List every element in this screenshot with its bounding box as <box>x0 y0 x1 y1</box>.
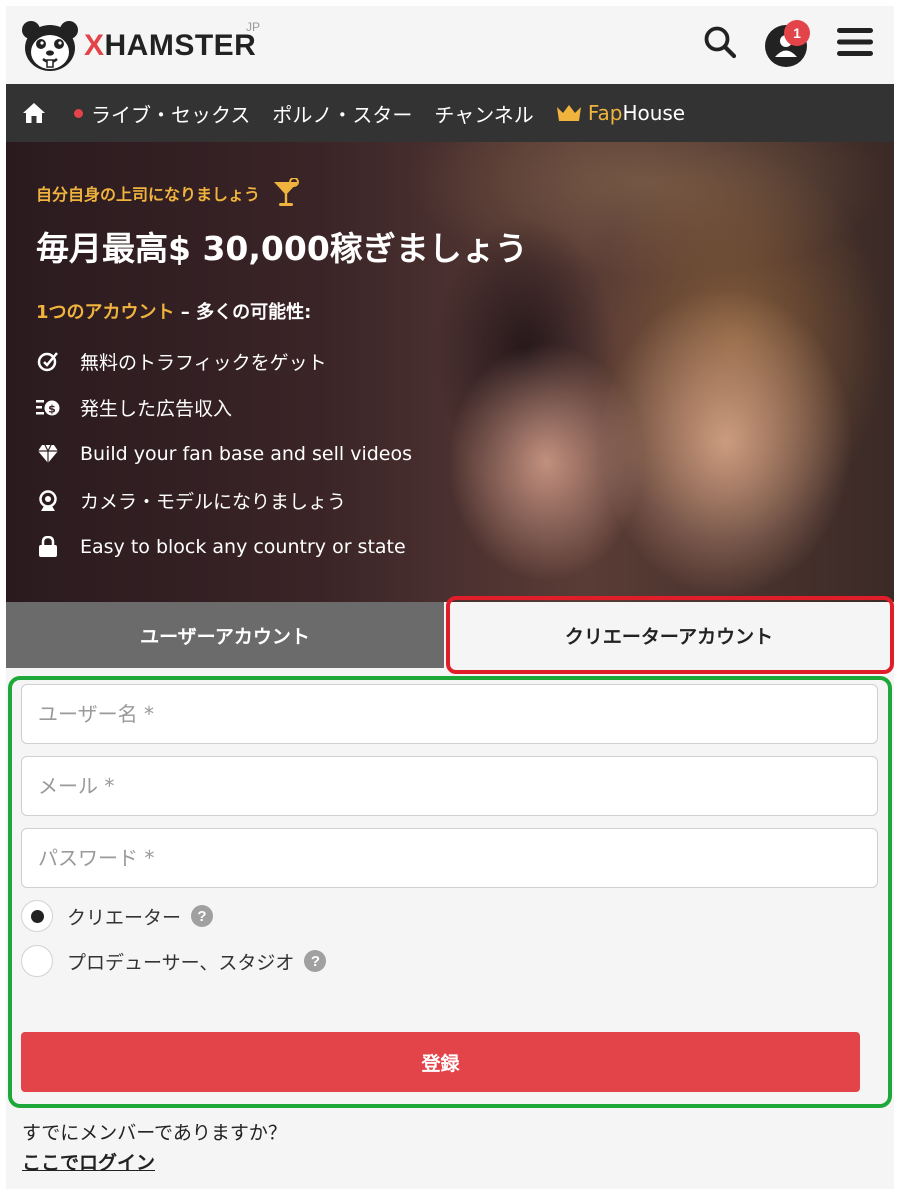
feature-list: 無料のトラフィックをゲット $ 発生した広告収入 Build your fan … <box>36 338 528 571</box>
nav-item-label: チャンネル <box>434 102 534 127</box>
diamond-icon <box>36 442 60 466</box>
lock-icon <box>36 535 60 559</box>
promo-title: 毎月最高$ 30,000稼ぎましょう <box>36 229 528 268</box>
promo-subtitle: 1つのアカウント – 多くの可能性: <box>36 298 528 324</box>
menu-icon <box>837 28 873 56</box>
feature-item: Build your fan base and sell videos <box>36 431 528 478</box>
password-field[interactable] <box>21 828 878 888</box>
account-type-tabs: ユーザーアカウント クリエーターアカウント <box>6 602 894 668</box>
main-nav: ライブ・セックス ポルノ・スター チャンネル Fap House <box>6 84 894 142</box>
radio-creator-label: クリエーター <box>67 906 182 929</box>
search-icon <box>704 26 737 59</box>
help-icon[interactable]: ? <box>304 950 327 972</box>
faphouse-suffix: House <box>622 101 686 125</box>
page: XHAMSTER JP 1 ライブ・セックス ポルノ・スター チャンネル Fap… <box>6 6 894 1189</box>
feature-item: Easy to block any country or state <box>36 524 528 571</box>
feature-label: 発生した広告収入 <box>80 398 233 421</box>
faphouse-prefix: Fap <box>587 101 623 125</box>
feature-label: カメラ・モデルになりましょう <box>80 491 347 514</box>
crown-icon <box>556 105 581 121</box>
nav-item-pornstars[interactable]: ポルノ・スター <box>272 99 412 128</box>
nav-home[interactable] <box>22 102 46 124</box>
tab-creator-account[interactable]: クリエーターアカウント <box>444 602 894 668</box>
nav-item-label: ライブ・セックス <box>91 102 251 127</box>
promo-subtitle-accent: 1つのアカウント <box>36 302 175 323</box>
promo-tagline: 自分自身の上司になりましょう <box>36 178 528 208</box>
home-icon <box>23 103 45 123</box>
logo[interactable]: XHAMSTER JP <box>20 16 260 76</box>
radio-producer-label: プロデューサー、スタジオ <box>67 951 295 974</box>
promo-tagline-text: 自分自身の上司になりましょう <box>36 185 261 204</box>
email-field[interactable] <box>21 756 878 816</box>
radio-selected-dot <box>30 909 44 923</box>
promo-subtitle-rest: – 多くの可能性: <box>174 302 312 323</box>
live-dot-icon <box>74 108 83 118</box>
traffic-icon <box>36 349 60 373</box>
feature-item: $ 発生した広告収入 <box>36 385 528 432</box>
cocktail-icon <box>274 178 300 206</box>
webcam-icon <box>36 489 60 513</box>
existing-member-text: すでにメンバーでありますか？ <box>22 1122 287 1144</box>
feature-label: Easy to block any country or state <box>80 536 406 559</box>
menu-button[interactable] <box>833 20 877 64</box>
feature-label: 無料のトラフィックをゲット <box>80 351 327 374</box>
username-field[interactable] <box>21 684 878 744</box>
radio-creator[interactable]: クリエーター ? <box>21 900 214 932</box>
nav-item-faphouse[interactable]: Fap House <box>556 101 685 125</box>
nav-item-channels[interactable]: チャンネル <box>434 99 533 128</box>
logo-text: XHAMSTER <box>84 29 257 62</box>
feature-item: 無料のトラフィックをゲット <box>36 338 528 385</box>
account-button[interactable]: 1 <box>764 20 810 68</box>
svg-text:$: $ <box>48 402 56 415</box>
radio-creator-button[interactable] <box>21 900 53 932</box>
ad-revenue-icon: $ <box>36 396 60 420</box>
promo-content: 自分自身の上司になりましょう 毎月最高$ 30,000稼ぎましょう 1つのアカウ… <box>36 178 528 571</box>
hamster-logo-icon <box>22 21 78 71</box>
feature-label: Build your fan base and sell videos <box>80 443 413 466</box>
feature-item: カメラ・モデルになりましょう <box>36 478 528 525</box>
login-link[interactable]: ここでログイン <box>22 1148 155 1175</box>
region-label: JP <box>246 20 261 34</box>
radio-producer-button[interactable] <box>21 945 53 977</box>
search-button[interactable] <box>698 20 742 64</box>
notification-badge: 1 <box>784 20 810 46</box>
nav-item-live-sex[interactable]: ライブ・セックス <box>74 99 250 128</box>
help-icon[interactable]: ? <box>191 905 214 927</box>
site-header: XHAMSTER JP 1 <box>6 6 894 84</box>
nav-item-label: ポルノ・スター <box>272 102 413 127</box>
creator-promo-banner: 自分自身の上司になりましょう 毎月最高$ 30,000稼ぎましょう 1つのアカウ… <box>6 142 894 602</box>
register-button[interactable]: 登録 <box>21 1032 860 1092</box>
radio-producer[interactable]: プロデューサー、スタジオ ? <box>21 945 327 977</box>
tab-user-account[interactable]: ユーザーアカウント <box>6 602 444 668</box>
